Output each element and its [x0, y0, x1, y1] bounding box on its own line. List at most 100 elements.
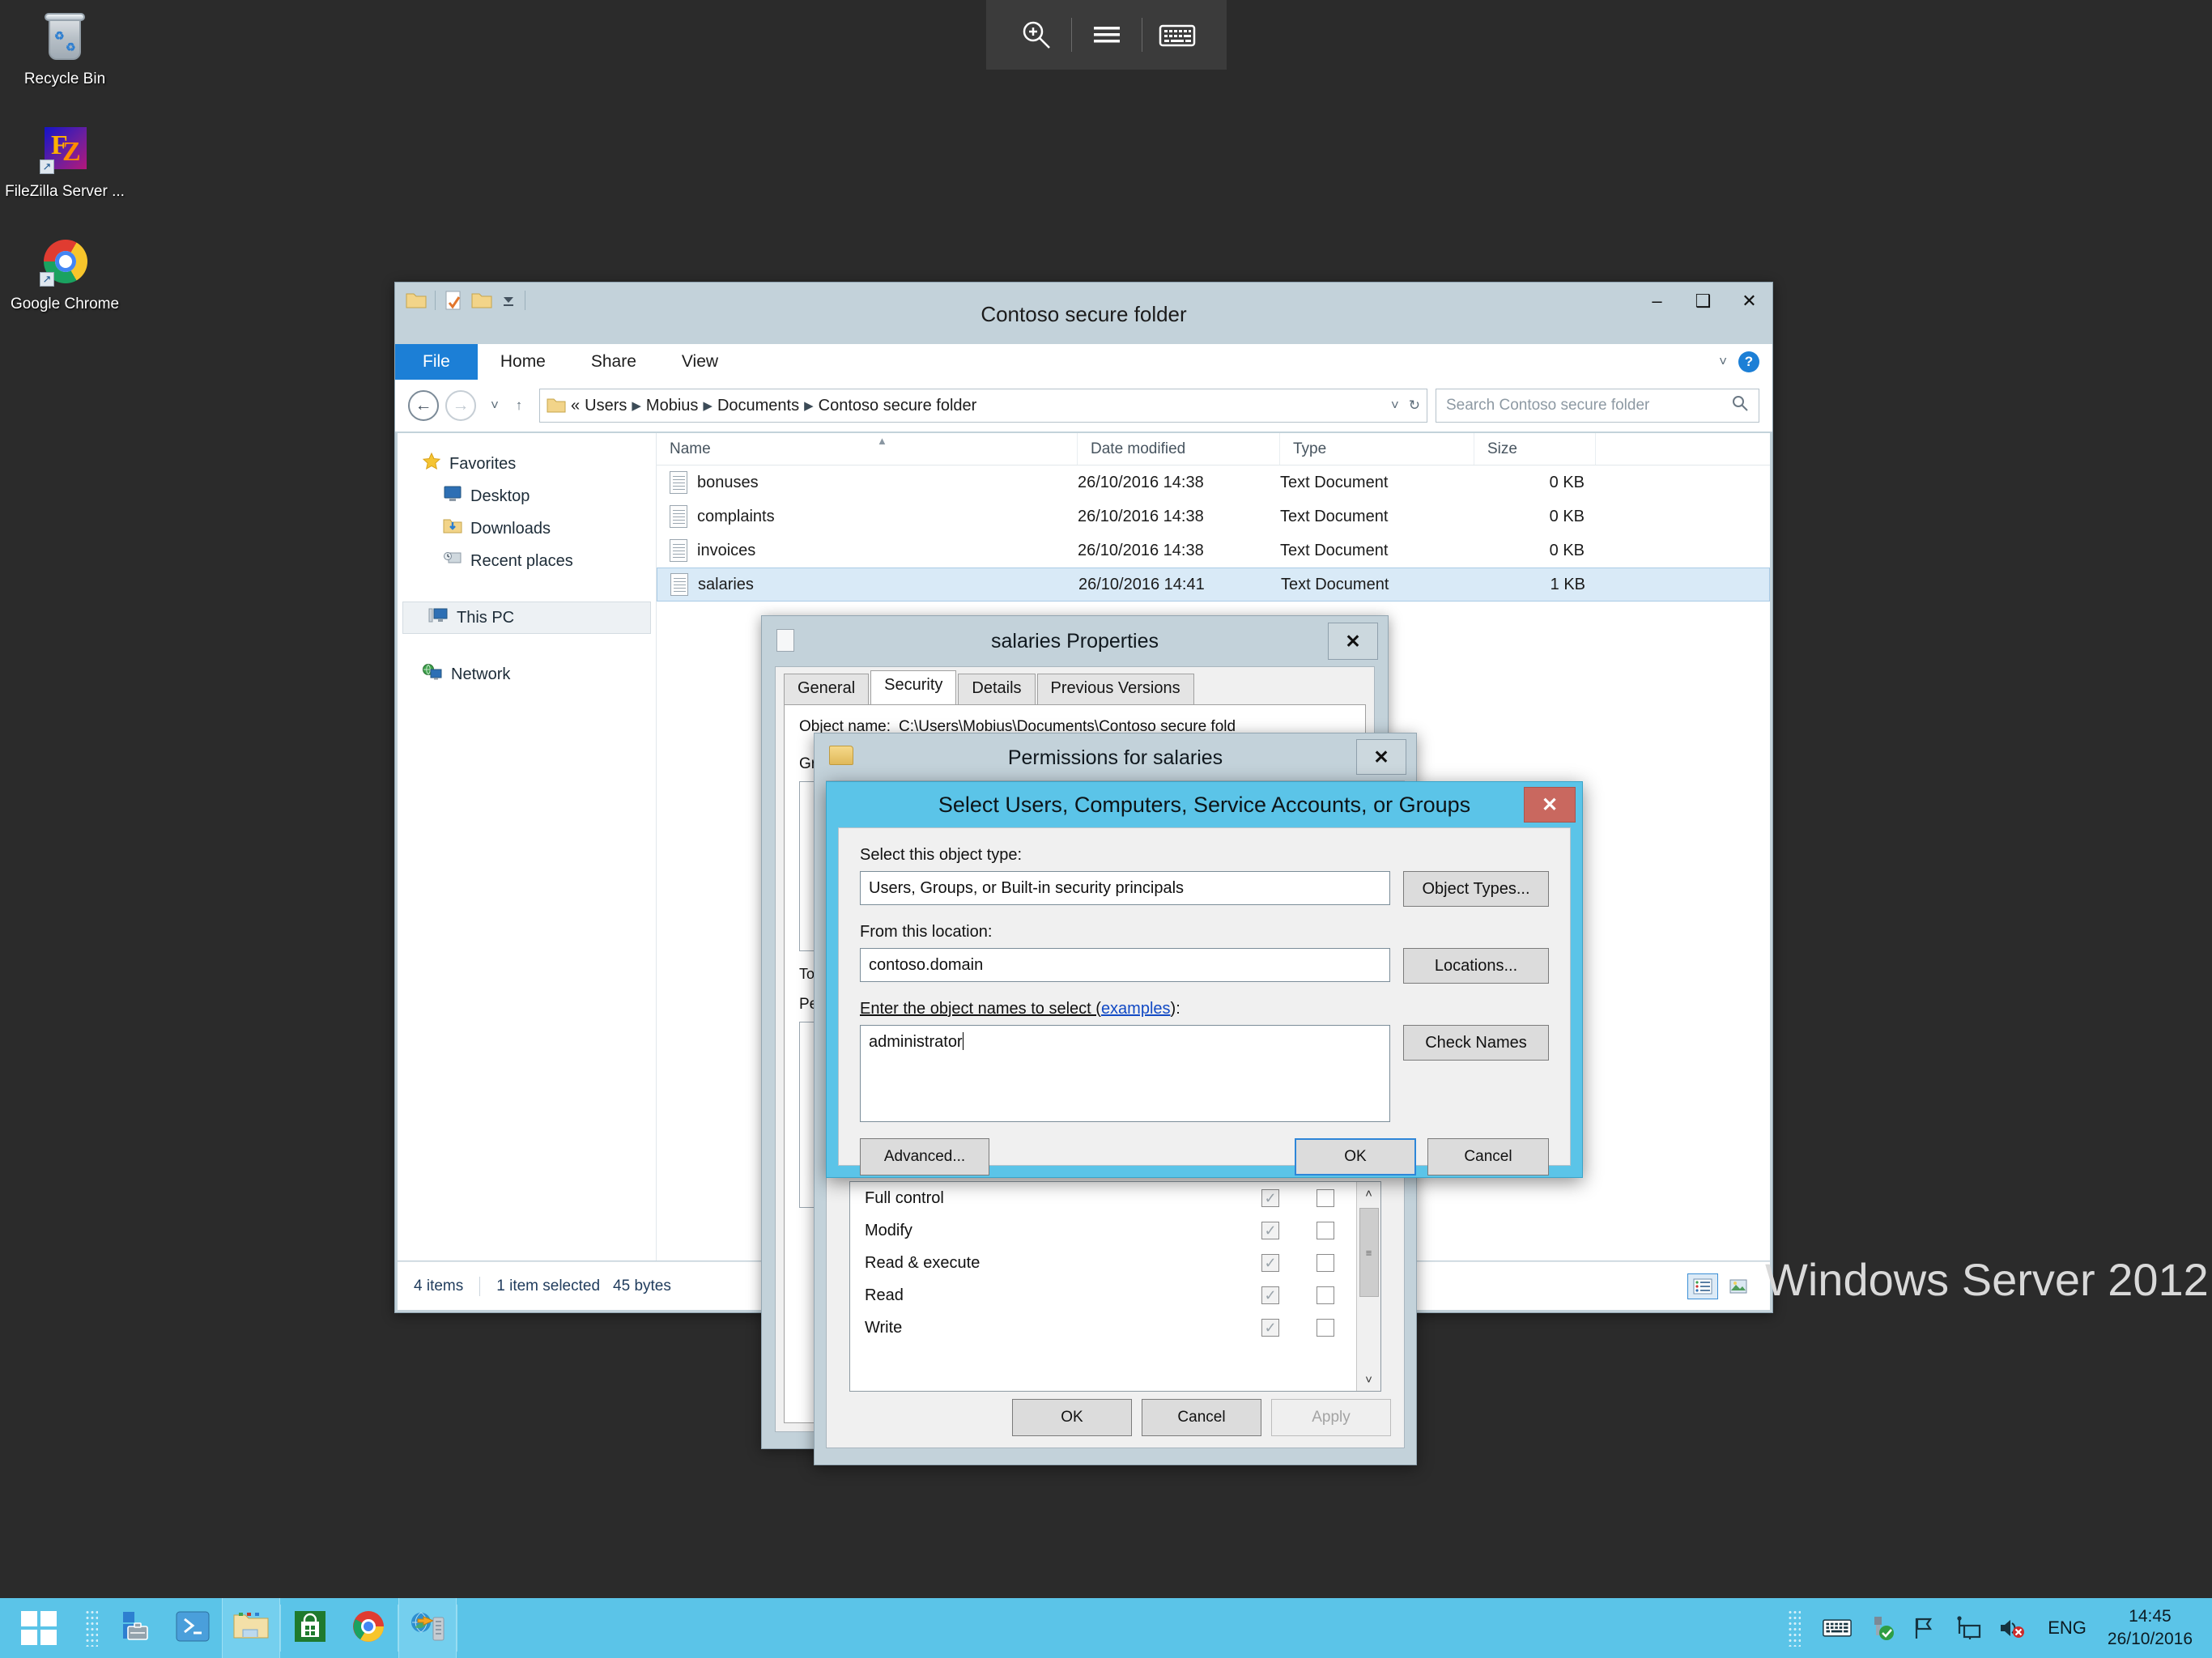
column-header-name[interactable]: Name [657, 433, 1078, 465]
desktop-icon-filezilla[interactable]: F Z ↗ FileZilla Server ... [4, 124, 125, 201]
desktop-icon-google-chrome[interactable]: ↗ Google Chrome [4, 236, 125, 313]
back-button[interactable]: ← [408, 390, 439, 421]
deny-checkbox[interactable] [1317, 1286, 1334, 1304]
sidebar-item-this-pc[interactable]: This PC [402, 602, 651, 634]
deny-checkbox[interactable] [1317, 1222, 1334, 1239]
hamburger-menu-icon[interactable] [1072, 11, 1142, 59]
clock[interactable]: 14:45 26/10/2016 [2108, 1605, 2204, 1651]
taskbar-app-windows-store[interactable] [281, 1598, 339, 1658]
cancel-button[interactable]: Cancel [1427, 1138, 1549, 1175]
apply-button[interactable]: Apply [1271, 1399, 1391, 1436]
tab-details[interactable]: Details [958, 674, 1036, 704]
action-center-flag-icon[interactable] [1910, 1616, 1939, 1640]
network-icon[interactable] [1954, 1616, 1983, 1640]
forward-button[interactable]: → [445, 390, 476, 421]
allow-checkbox[interactable]: ✓ [1261, 1254, 1279, 1272]
customize-dropdown-icon[interactable] [500, 292, 517, 308]
allow-checkbox[interactable]: ✓ [1261, 1189, 1279, 1207]
recent-locations-button[interactable]: ˅ [483, 390, 507, 421]
address-bar[interactable]: « Users ▶ Mobius ▶ Documents ▶ Contoso s… [539, 389, 1427, 423]
scrollbar-thumb[interactable]: ≡ [1359, 1208, 1379, 1297]
breadcrumb-current-folder[interactable]: Contoso secure folder [819, 397, 977, 415]
tab-previous-versions[interactable]: Previous Versions [1036, 674, 1194, 704]
ok-button[interactable]: OK [1012, 1399, 1132, 1436]
deny-checkbox[interactable] [1317, 1254, 1334, 1272]
deny-checkbox[interactable] [1317, 1319, 1334, 1337]
touch-keyboard-icon[interactable] [1823, 1617, 1853, 1639]
file-row-invoices[interactable]: invoices 26/10/2016 14:38 Text Document … [657, 534, 1770, 568]
tab-view[interactable]: View [659, 344, 741, 380]
address-dropdown-icon[interactable]: ˅ [1391, 397, 1399, 414]
taskbar-app-chrome[interactable] [339, 1598, 398, 1658]
ok-button[interactable]: OK [1295, 1138, 1416, 1175]
object-types-button[interactable]: Object Types... [1403, 871, 1549, 907]
scroll-down-icon[interactable]: ˅ [1357, 1368, 1380, 1391]
advanced-button[interactable]: Advanced... [860, 1138, 989, 1175]
permission-row-read[interactable]: Read ✓ [850, 1279, 1380, 1312]
breadcrumb-users[interactable]: Users [585, 397, 627, 415]
taskbar-app-server-manager[interactable] [105, 1598, 164, 1658]
breadcrumb-chevrons[interactable]: « [571, 397, 580, 415]
location-field[interactable]: contoso.domain [860, 948, 1390, 982]
breadcrumb-documents[interactable]: Documents [717, 397, 799, 415]
close-button[interactable]: ✕ [1524, 787, 1576, 823]
permissions-scrollbar[interactable]: ˄ ≡ ˅ [1356, 1182, 1380, 1391]
language-indicator[interactable]: ENG [2041, 1618, 2093, 1639]
check-names-button[interactable]: Check Names [1403, 1025, 1549, 1061]
permission-row-read-execute[interactable]: Read & execute ✓ [850, 1247, 1380, 1279]
sidebar-item-network[interactable]: Network [398, 658, 656, 691]
chevron-down-icon[interactable]: ˅ [1719, 354, 1727, 370]
close-button[interactable]: ✕ [1726, 283, 1772, 320]
examples-link[interactable]: examples [1101, 1000, 1171, 1018]
deny-checkbox[interactable] [1317, 1189, 1334, 1207]
large-icons-view-icon[interactable] [1723, 1273, 1754, 1299]
close-button[interactable]: ✕ [1328, 623, 1378, 660]
permission-row-modify[interactable]: Modify ✓ [850, 1214, 1380, 1247]
start-button[interactable] [0, 1598, 78, 1658]
taskbar-app-filezilla-server[interactable] [398, 1598, 457, 1658]
tab-security[interactable]: Security [870, 670, 957, 704]
properties-icon[interactable] [444, 290, 463, 311]
tab-file[interactable]: File [395, 344, 478, 380]
details-view-icon[interactable] [1687, 1273, 1718, 1299]
permission-row-write[interactable]: Write ✓ [850, 1312, 1380, 1344]
keyboard-icon[interactable] [1142, 11, 1212, 59]
allow-checkbox[interactable]: ✓ [1261, 1319, 1279, 1337]
taskbar-app-powershell[interactable] [164, 1598, 222, 1658]
refresh-icon[interactable]: ↻ [1409, 397, 1420, 414]
locations-button[interactable]: Locations... [1403, 948, 1549, 984]
allow-checkbox[interactable]: ✓ [1261, 1222, 1279, 1239]
help-icon[interactable]: ? [1738, 351, 1759, 372]
file-row-salaries[interactable]: salaries 26/10/2016 14:41 Text Document … [657, 568, 1770, 602]
new-folder-icon[interactable] [471, 291, 492, 310]
object-names-input[interactable]: administrator [860, 1025, 1390, 1122]
sidebar-item-recent-places[interactable]: Recent places [398, 545, 656, 577]
scroll-up-icon[interactable]: ˄ [1357, 1182, 1380, 1205]
column-header-size[interactable]: Size [1474, 433, 1596, 465]
column-header-date-modified[interactable]: Date modified [1078, 433, 1280, 465]
allow-checkbox[interactable]: ✓ [1261, 1286, 1279, 1304]
sidebar-item-downloads[interactable]: Downloads [398, 512, 656, 545]
permission-row-full-control[interactable]: Full control ✓ [850, 1182, 1380, 1214]
usb-safely-remove-icon[interactable] [1866, 1615, 1895, 1641]
volume-muted-icon[interactable] [1997, 1616, 2027, 1640]
search-input[interactable]: Search Contoso secure folder [1436, 389, 1759, 423]
desktop-icon-recycle-bin[interactable]: ♻ ♻ Recycle Bin [4, 11, 125, 88]
maximize-button[interactable]: ❑ [1680, 283, 1726, 320]
file-row-complaints[interactable]: complaints 26/10/2016 14:38 Text Documen… [657, 500, 1770, 534]
tab-home[interactable]: Home [478, 344, 568, 380]
taskbar-app-file-explorer[interactable] [222, 1598, 280, 1658]
folder-icon[interactable] [406, 291, 427, 310]
tab-share[interactable]: Share [568, 344, 659, 380]
cancel-button[interactable]: Cancel [1142, 1399, 1261, 1436]
minimize-button[interactable]: – [1634, 283, 1680, 320]
sidebar-item-favorites[interactable]: Favorites [398, 448, 656, 480]
object-type-field[interactable]: Users, Groups, or Built-in security prin… [860, 871, 1390, 905]
up-button[interactable]: ↑ [507, 390, 531, 421]
close-button[interactable]: ✕ [1356, 739, 1406, 775]
tab-general[interactable]: General [784, 674, 870, 704]
zoom-in-icon[interactable] [1002, 11, 1071, 59]
sidebar-item-desktop[interactable]: Desktop [398, 480, 656, 512]
breadcrumb-mobius[interactable]: Mobius [646, 397, 698, 415]
file-row-bonuses[interactable]: bonuses 26/10/2016 14:38 Text Document 0… [657, 466, 1770, 500]
